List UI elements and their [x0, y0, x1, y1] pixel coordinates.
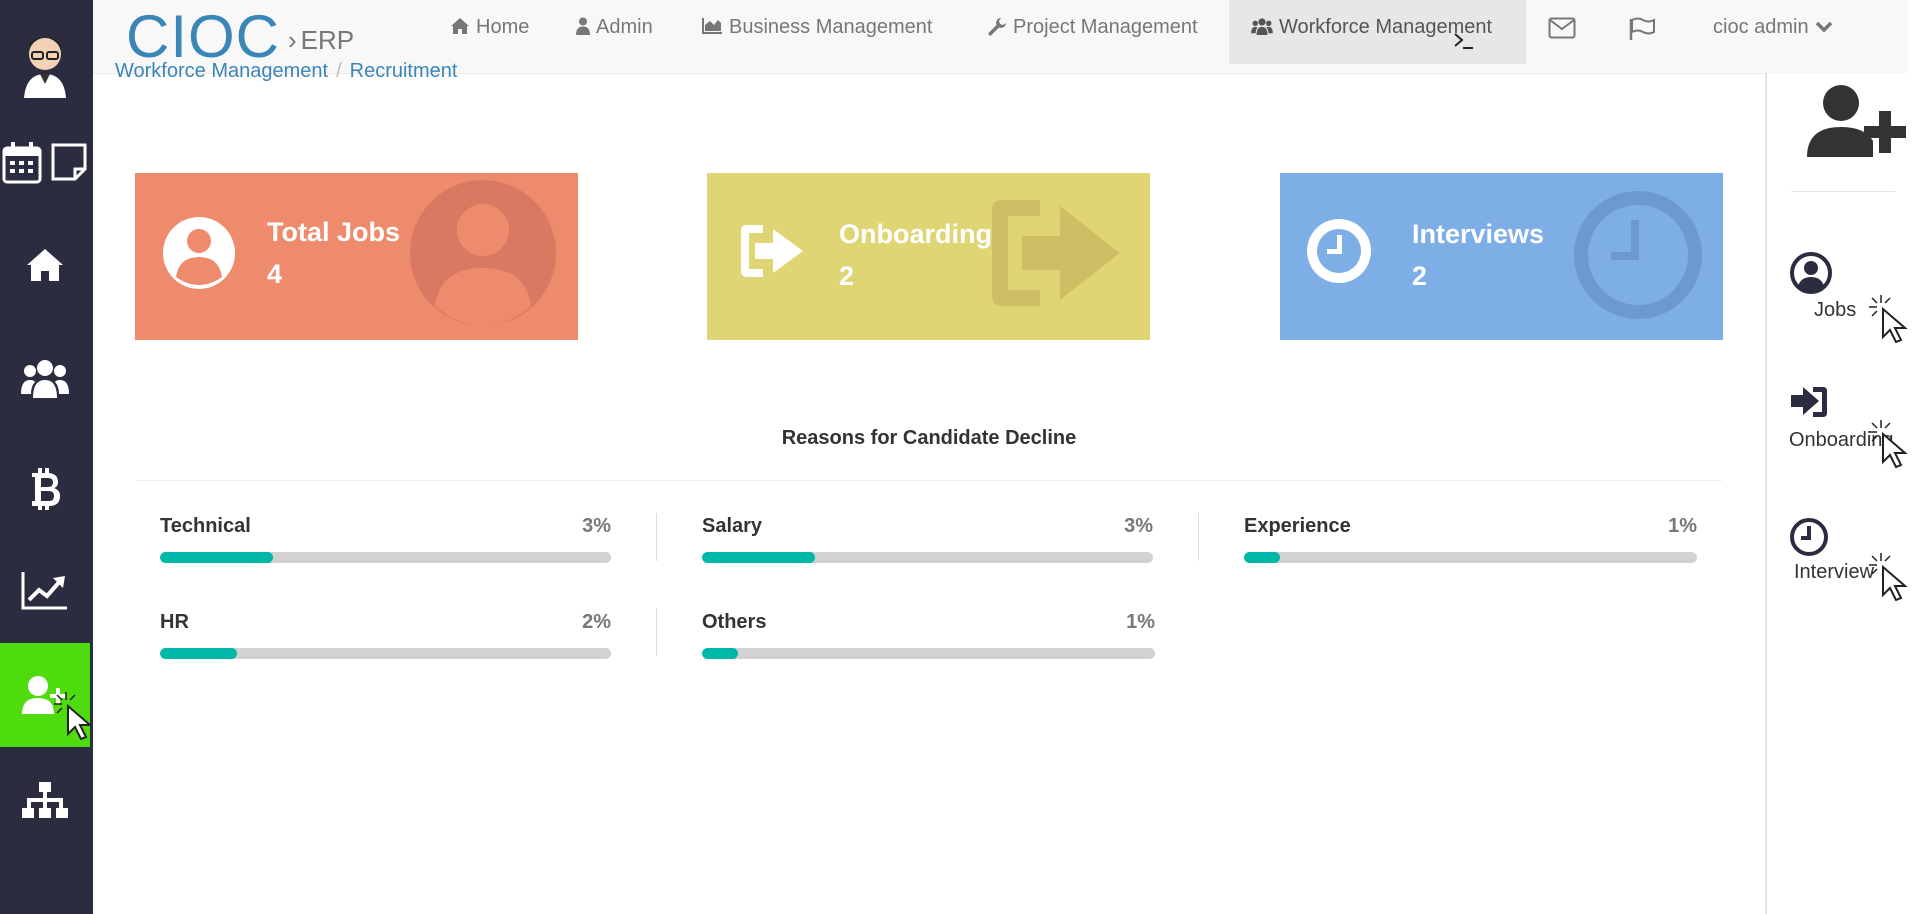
chevron-down-icon	[1815, 21, 1832, 33]
progress-track	[1244, 552, 1697, 563]
breadcrumb-separator: /	[336, 60, 342, 82]
progress-fill	[160, 552, 273, 563]
envelope-icon	[1548, 17, 1576, 39]
nav-business-label: Business Management	[729, 16, 933, 38]
progress-track	[160, 648, 611, 659]
wrench-icon	[988, 18, 1006, 36]
user-menu[interactable]: cioc admin	[1713, 0, 1839, 64]
nav-admin-label: Admin	[596, 16, 653, 38]
right-item-interview-label: Interview	[1794, 561, 1875, 583]
users-icon	[1251, 18, 1273, 35]
user-circle-icon	[163, 217, 235, 289]
progress-fill	[1244, 552, 1281, 563]
tile-total-jobs[interactable]: Total Jobs 4	[135, 173, 578, 340]
clock-icon	[1790, 518, 1828, 556]
add-user-button[interactable]	[1807, 83, 1907, 164]
progress-fill	[702, 552, 815, 563]
progress-fill	[160, 648, 237, 659]
section-divider	[136, 480, 1722, 481]
column-divider	[1198, 513, 1199, 561]
clock-icon	[1574, 191, 1702, 319]
user-icon	[576, 17, 590, 35]
flag-icon	[1629, 17, 1655, 40]
calendar-icon	[2, 142, 42, 184]
area-chart-icon	[702, 18, 722, 34]
tile-total-jobs-label: Total Jobs	[267, 217, 401, 247]
reason-percent: 3%	[1124, 515, 1153, 537]
reason-name: Others	[702, 611, 767, 633]
sign-in-icon	[1791, 387, 1827, 417]
sidebar-item-bitcoin[interactable]	[0, 460, 90, 516]
nav-project-label: Project Management	[1013, 16, 1198, 38]
reason-name: Technical	[160, 515, 251, 537]
user-circle-icon	[1790, 252, 1832, 294]
nav-mail[interactable]	[1548, 0, 1582, 64]
cursor-click-icon	[1869, 295, 1908, 343]
home-icon	[27, 249, 63, 281]
column-divider	[656, 513, 657, 561]
tile-interviews-value: 2	[1412, 261, 1428, 291]
progress-track	[702, 648, 1155, 659]
left-sidebar	[0, 0, 93, 914]
reason-percent: 2%	[582, 611, 611, 633]
brand-suffix: ERP	[300, 24, 355, 55]
brand-separator: ›	[288, 24, 297, 55]
reason-percent: 3%	[582, 515, 611, 537]
sidebar-item-home[interactable]	[0, 240, 90, 290]
nav-notifications[interactable]	[1628, 0, 1662, 64]
right-item-jobs-label: Jobs	[1814, 299, 1857, 321]
reason-percent: 1%	[1668, 515, 1697, 537]
sticky-note-icon	[51, 143, 87, 181]
line-chart-icon	[21, 572, 67, 610]
avatar-icon	[24, 37, 66, 98]
cursor-click-icon	[1869, 553, 1908, 601]
sidebar-item-users[interactable]	[0, 350, 90, 406]
reason-name: Salary	[702, 515, 763, 537]
breadcrumb: Workforce Management / Recruitment	[115, 60, 457, 83]
sidebar-item-calendar[interactable]	[0, 132, 90, 192]
right-panel-divider	[1791, 191, 1895, 192]
user-circle-icon	[410, 180, 556, 326]
nav-home-label: Home	[476, 16, 530, 38]
sign-in-icon	[741, 225, 803, 277]
sidebar-item-org-chart[interactable]	[0, 775, 90, 825]
clock-icon	[1307, 219, 1371, 283]
sidebar-item-analytics[interactable]	[0, 565, 90, 615]
bitcoin-icon	[32, 468, 60, 510]
tile-interviews-label: Interviews	[1412, 219, 1545, 249]
tile-total-jobs-value: 4	[267, 259, 283, 289]
nav-admin[interactable]: Admin	[576, 0, 653, 64]
home-icon	[451, 18, 469, 34]
reason-name: Experience	[1244, 515, 1351, 537]
progress-fill	[702, 648, 739, 659]
reason-name: HR	[160, 611, 189, 633]
tile-onboarding-label: Onboarding	[839, 219, 992, 249]
progress-track	[702, 552, 1153, 563]
progress-track	[160, 552, 611, 563]
sign-in-icon	[992, 200, 1120, 306]
cursor-click-icon	[54, 692, 93, 740]
terminal-cursor-icon	[1454, 33, 1473, 49]
sitemap-icon	[22, 782, 68, 818]
user-menu-label: cioc admin	[1713, 16, 1809, 38]
nav-home[interactable]: Home	[450, 0, 529, 64]
reason-percent: 1%	[1126, 611, 1155, 633]
user-plus-icon	[1807, 85, 1906, 157]
breadcrumb-workforce[interactable]: Workforce Management	[115, 60, 328, 82]
right-panel: Jobs Onboarding Interview	[1765, 73, 1932, 914]
avatar[interactable]	[0, 22, 90, 102]
section-title: Reasons for Candidate Decline	[781, 427, 1077, 449]
tile-onboarding[interactable]: Onboarding 2	[707, 173, 1150, 340]
tile-interviews[interactable]: Interviews 2	[1280, 173, 1723, 340]
users-icon	[21, 360, 69, 398]
nav-business-management[interactable]: Business Management	[701, 0, 932, 64]
tile-onboarding-value: 2	[839, 261, 855, 291]
column-divider	[656, 608, 657, 656]
nav-workforce-management[interactable]: Workforce Management	[1229, 0, 1526, 64]
breadcrumb-recruitment[interactable]: Recruitment	[350, 60, 458, 82]
nav-project-management[interactable]: Project Management	[987, 0, 1198, 64]
cursor-click-icon	[1869, 420, 1908, 468]
